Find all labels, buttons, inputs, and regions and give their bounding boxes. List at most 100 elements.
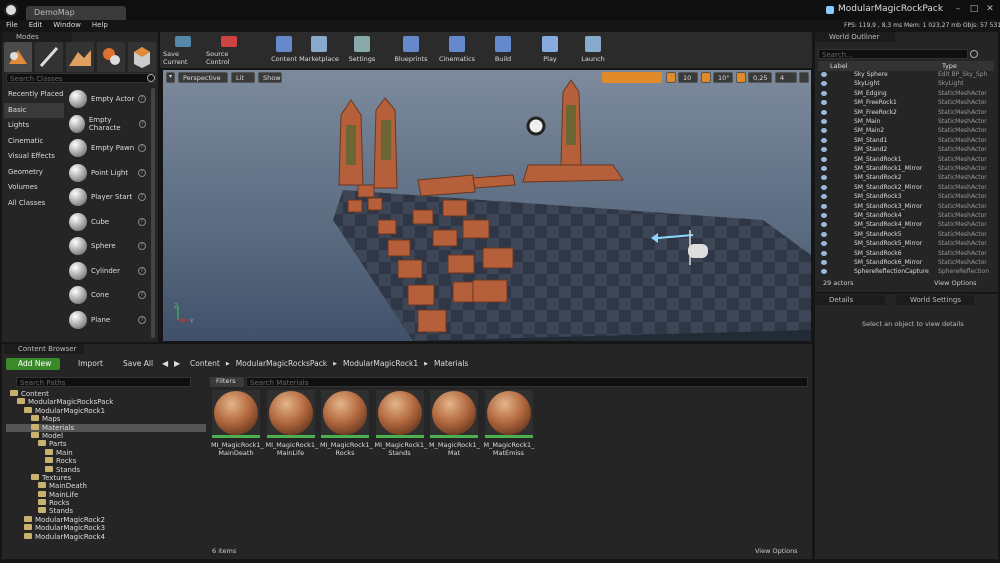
material-asset[interactable]: MI_MagicRock1_ Stands (375, 390, 427, 457)
outliner-view-options[interactable]: View Options (934, 279, 977, 287)
visibility-eye-icon[interactable] (821, 137, 827, 143)
marketplace-button[interactable]: Marketplace (299, 34, 339, 66)
visibility-eye-icon[interactable] (821, 269, 827, 275)
folder-item[interactable]: Main (6, 448, 206, 457)
landscape-mode-icon[interactable] (66, 42, 94, 72)
visibility-eye-icon[interactable] (821, 81, 827, 87)
perspective-button[interactable]: Perspective (178, 72, 228, 83)
outliner-row[interactable]: SkyLight SkyLight (818, 80, 994, 89)
visibility-eye-icon[interactable] (821, 260, 827, 265)
camera-speed-button[interactable]: 4 (775, 72, 797, 83)
folder-item[interactable]: Maps (6, 415, 206, 423)
outliner-row[interactable]: SM_Stand1 StaticMeshActor (818, 137, 994, 146)
visibility-eye-icon[interactable] (821, 109, 827, 115)
menu-help[interactable]: Help (86, 20, 113, 32)
outliner-row[interactable]: SM_StandRock4_Mirror StaticMeshActor (818, 221, 994, 230)
modes-scrollbar[interactable] (151, 88, 155, 338)
help-icon[interactable]: ? (138, 266, 146, 275)
outliner-row[interactable]: SM_StandRock6 StaticMeshActor (818, 250, 994, 259)
rotation-snap-toggle[interactable] (701, 72, 711, 83)
visibility-eye-icon[interactable] (821, 119, 827, 124)
label-column-header[interactable]: Label (830, 62, 848, 70)
outliner-row[interactable]: SM_StandRock5_Mirror StaticMeshActor (818, 240, 994, 249)
outliner-row[interactable]: SphereReflectionCapture SphereReflection (818, 268, 994, 277)
visibility-eye-icon[interactable] (821, 231, 827, 237)
level-viewport[interactable] (163, 70, 811, 341)
category-visual-effects[interactable]: Visual Effects (4, 149, 64, 164)
search-paths-input[interactable]: Search Paths (16, 377, 191, 387)
foliage-mode-icon[interactable] (97, 42, 125, 72)
material-asset[interactable]: MI_MagicRock1_ Rocks (320, 390, 373, 457)
category-volumes[interactable]: Volumes (4, 180, 64, 195)
menu-file[interactable]: File (0, 20, 23, 32)
menu-window[interactable]: Window (47, 20, 86, 32)
visibility-eye-icon[interactable] (821, 203, 827, 209)
outliner-row[interactable]: SM_Main StaticMeshActor (818, 118, 994, 127)
details-tab[interactable]: Details (815, 295, 885, 305)
save-current-button[interactable]: Save Current (163, 34, 203, 66)
modes-tab[interactable]: Modes (2, 32, 72, 42)
geometry-mode-icon[interactable] (128, 42, 156, 72)
place-item[interactable]: Point Light? (66, 161, 150, 185)
launch-button[interactable]: Launch (578, 34, 608, 66)
category-recently-placed[interactable]: Recently Placed (4, 87, 64, 102)
world-settings-tab[interactable]: World Settings (896, 295, 974, 305)
folder-item[interactable]: Materials (6, 423, 206, 432)
place-item[interactable]: Empty Actor? (66, 87, 150, 111)
paint-mode-icon[interactable] (35, 42, 63, 72)
help-icon[interactable]: ? (138, 144, 146, 152)
source-control-button[interactable]: Source Control (206, 34, 252, 66)
place-item[interactable]: Empty Characte? (66, 112, 150, 136)
breadcrumb-item[interactable]: ModularMagicRocksPack (236, 359, 327, 368)
help-icon[interactable]: ? (138, 168, 146, 177)
visibility-eye-icon[interactable] (821, 72, 827, 77)
help-icon[interactable]: ? (138, 217, 146, 226)
outliner-row[interactable]: SM_FreeRock2 StaticMeshActor (818, 109, 994, 118)
visibility-eye-icon[interactable] (821, 100, 827, 106)
lit-button[interactable]: Lit (231, 72, 255, 83)
outliner-row[interactable]: SM_StandRock3_Mirror StaticMeshActor (818, 203, 994, 212)
help-icon[interactable]: ? (138, 242, 146, 250)
visibility-eye-icon[interactable] (821, 175, 827, 181)
settings-button[interactable]: Settings (347, 34, 377, 66)
search-classes-input[interactable]: Search Classes (6, 73, 156, 83)
folder-item[interactable]: Stands (6, 507, 206, 515)
breadcrumb-item[interactable]: Content (190, 359, 220, 368)
folder-item[interactable]: MainLife (6, 490, 206, 499)
place-item[interactable]: Empty Pawn? (66, 136, 150, 160)
folder-item[interactable]: ModularMagicRock2 (6, 515, 206, 524)
content-button[interactable]: Content (270, 34, 298, 66)
visibility-eye-icon[interactable] (821, 184, 827, 190)
grid-snap-toggle[interactable] (666, 72, 676, 83)
visibility-eye-icon[interactable] (821, 128, 827, 134)
scale-snap-value[interactable]: 0,25 (748, 72, 772, 83)
folder-item[interactable]: Parts (6, 440, 206, 448)
material-asset[interactable]: M_MagicRock1_ MatEmiss (484, 390, 534, 457)
place-item[interactable]: Player Start? (66, 185, 150, 209)
history-back-icon[interactable]: ◀ (162, 359, 168, 368)
folder-item[interactable]: ModularMagicRock4 (6, 532, 206, 541)
folder-item[interactable]: Rocks (6, 457, 206, 465)
folder-item[interactable]: Model (6, 431, 206, 440)
help-icon[interactable]: ? (138, 193, 146, 201)
maximize-button[interactable]: □ (968, 4, 980, 14)
outliner-row[interactable]: SM_Stand2 StaticMeshActor (818, 146, 994, 155)
folder-item[interactable]: ModularMagicRock1 (6, 406, 206, 415)
outliner-row[interactable]: SM_StandRock3 StaticMeshActor (818, 193, 994, 202)
folder-item[interactable]: ModularMagicRocksPack (6, 398, 206, 406)
rotation-snap-value[interactable]: 10° (713, 72, 733, 83)
document-tab[interactable]: DemoMap (26, 6, 126, 20)
build-button[interactable]: Build (490, 34, 516, 66)
place-mode-icon[interactable] (4, 42, 32, 72)
filters-button[interactable]: Filters (210, 377, 244, 387)
outliner-row[interactable]: SM_Main2 StaticMeshActor (818, 127, 994, 136)
content-browser-tab[interactable]: Content Browser (4, 344, 84, 354)
folder-item[interactable]: MainDeath (6, 482, 206, 490)
outliner-row[interactable]: SM_FreeRock1 StaticMeshActor (818, 99, 994, 108)
category-basic[interactable]: Basic (4, 102, 64, 118)
visibility-eye-icon[interactable] (821, 194, 827, 200)
show-button[interactable]: Show (258, 72, 282, 83)
outliner-row[interactable]: SM_StandRock4 StaticMeshActor (818, 212, 994, 221)
import-button[interactable]: Import (68, 359, 103, 368)
outliner-row[interactable]: Sky Sphere Edit BP_Sky_Sph (818, 71, 994, 80)
